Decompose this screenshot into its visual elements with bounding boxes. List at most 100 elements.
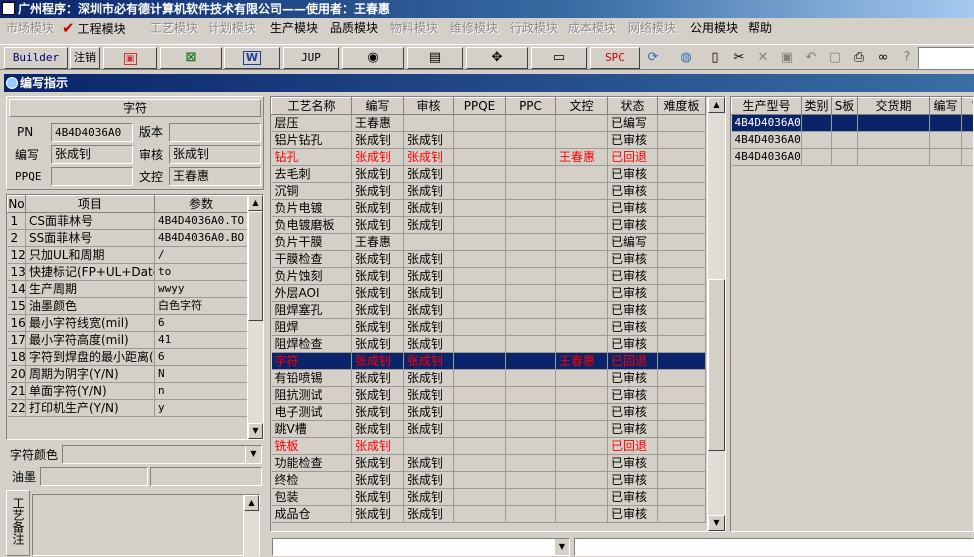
table-cell[interactable] [556,370,608,387]
table-row[interactable]: 17最小字符高度(mil)41 [8,332,248,349]
table-cell[interactable] [454,200,506,217]
process-grid[interactable]: 工艺名称编写审核PPQEPPC文控状态难度板 层压王春惠已编写铝片钻孔张成钊张成… [270,96,726,532]
table-cell[interactable] [454,336,506,353]
table-cell[interactable]: y [155,400,248,417]
menu-item-2[interactable]: 工艺模块 [150,19,198,37]
table-cell[interactable] [658,302,706,319]
table-row[interactable]: 外层AOI张成钊张成钊已审核 [272,285,706,302]
table-cell[interactable]: 张成钊 [352,421,404,438]
table-cell[interactable] [556,183,608,200]
table-cell[interactable] [930,132,962,149]
table-cell[interactable] [658,149,706,166]
models-grid[interactable]: 生产型号类别S板交货期编写审 4B4D4036A04B4D4036A04B4D4… [730,96,974,532]
table-cell[interactable]: n [155,383,248,400]
table-cell[interactable] [454,132,506,149]
refresh-button[interactable]: ⟳ [642,47,664,69]
table-cell[interactable] [506,438,556,455]
process-note-input[interactable] [574,538,974,556]
table-cell[interactable]: 18 [8,349,26,366]
menu-item-4[interactable]: 生产模块 [270,19,318,37]
table-cell[interactable]: 17 [8,332,26,349]
column-header[interactable]: 生产型号 [732,98,802,115]
table-cell[interactable]: 已审核 [608,404,658,421]
menu-item-12[interactable]: 帮助 [748,19,772,37]
table-cell[interactable] [556,336,608,353]
table-cell[interactable] [930,115,962,132]
table-cell[interactable] [454,319,506,336]
table-cell[interactable]: 电子测试 [272,404,352,421]
table-row[interactable]: 4B4D4036A0 [732,132,974,149]
logout-button[interactable]: 注销 [70,47,100,69]
column-header[interactable]: 工艺名称 [272,98,352,115]
table-row[interactable]: 负电镀磨板张成钊张成钊已审核 [272,217,706,234]
table-cell[interactable]: 已编写 [608,115,658,132]
table-cell[interactable] [556,132,608,149]
table-cell[interactable]: 张成钊 [404,132,454,149]
table-cell[interactable]: 15 [8,298,26,315]
table-cell[interactable]: SS面菲林号 [26,230,155,247]
table-row[interactable]: 电子测试张成钊张成钊已审核 [272,404,706,421]
menu-item-8[interactable]: 行政模块 [510,19,558,37]
column-header[interactable]: 交货期 [858,98,930,115]
table-cell[interactable] [556,166,608,183]
table-row[interactable]: 4B4D4036A0 [732,149,974,166]
table-cell[interactable]: 张成钊 [404,506,454,523]
table-cell[interactable]: 张成钊 [352,217,404,234]
version-field[interactable] [169,123,261,142]
table-cell[interactable] [658,217,706,234]
table-row[interactable]: 21单面字符(Y/N)n [8,383,248,400]
table-row[interactable]: 铣板张成钊已回退 [272,438,706,455]
table-cell[interactable] [658,166,706,183]
table-cell[interactable]: 功能检查 [272,455,352,472]
table-cell[interactable]: 已审核 [608,217,658,234]
menu-item-10[interactable]: 网络模块 [628,19,676,37]
new-button[interactable]: ▯ [704,47,726,69]
menu-item-6[interactable]: 物料模块 [390,19,438,37]
table-cell[interactable]: 6 [155,315,248,332]
table-cell[interactable] [556,217,608,234]
table-cell[interactable]: 41 [155,332,248,349]
table-cell[interactable] [658,438,706,455]
table-cell[interactable]: 已回退 [608,149,658,166]
table-cell[interactable]: 负电镀磨板 [272,217,352,234]
table-cell[interactable]: 张成钊 [404,302,454,319]
table-cell[interactable]: 最小字符线宽(mil) [26,315,155,332]
table-cell[interactable] [556,404,608,421]
table-cell[interactable]: 张成钊 [352,251,404,268]
table-cell[interactable] [506,336,556,353]
table-cell[interactable]: 张成钊 [404,200,454,217]
delete-button[interactable]: ✕ [752,47,774,69]
table-cell[interactable]: 张成钊 [352,319,404,336]
table-cell[interactable]: 12 [8,247,26,264]
table-cell[interactable] [506,166,556,183]
table-cell[interactable] [454,166,506,183]
table-cell[interactable] [802,115,832,132]
table-row[interactable]: 跳V槽张成钊张成钊已审核 [272,421,706,438]
table-cell[interactable]: 已审核 [608,183,658,200]
table-cell[interactable]: 张成钊 [352,438,404,455]
word-button[interactable]: W [224,47,280,69]
table-cell[interactable] [454,455,506,472]
column-header[interactable]: 参数 [155,196,248,213]
table-cell[interactable] [658,268,706,285]
table-cell[interactable]: 单面字符(Y/N) [26,383,155,400]
table-cell[interactable]: 6 [155,349,248,366]
table-cell[interactable]: 负片蚀刻 [272,268,352,285]
column-header[interactable]: S板 [832,98,858,115]
table-cell[interactable] [506,200,556,217]
table-row[interactable]: 阻焊塞孔张成钊张成钊已审核 [272,302,706,319]
table-cell[interactable]: 张成钊 [352,489,404,506]
table-cell[interactable] [658,506,706,523]
table-cell[interactable]: 阻焊 [272,319,352,336]
ppqe-field[interactable] [51,167,133,186]
save-button[interactable]: ▣ [776,47,798,69]
builder-button[interactable]: Builder [4,47,68,69]
table-cell[interactable] [506,251,556,268]
table-cell[interactable] [930,149,962,166]
table-cell[interactable]: / [155,247,248,264]
table-cell[interactable] [454,268,506,285]
table-cell[interactable]: 钻孔 [272,149,352,166]
remark-textarea[interactable]: ▲ [32,494,260,556]
table-cell[interactable] [454,387,506,404]
table-cell[interactable]: 层压 [272,115,352,132]
